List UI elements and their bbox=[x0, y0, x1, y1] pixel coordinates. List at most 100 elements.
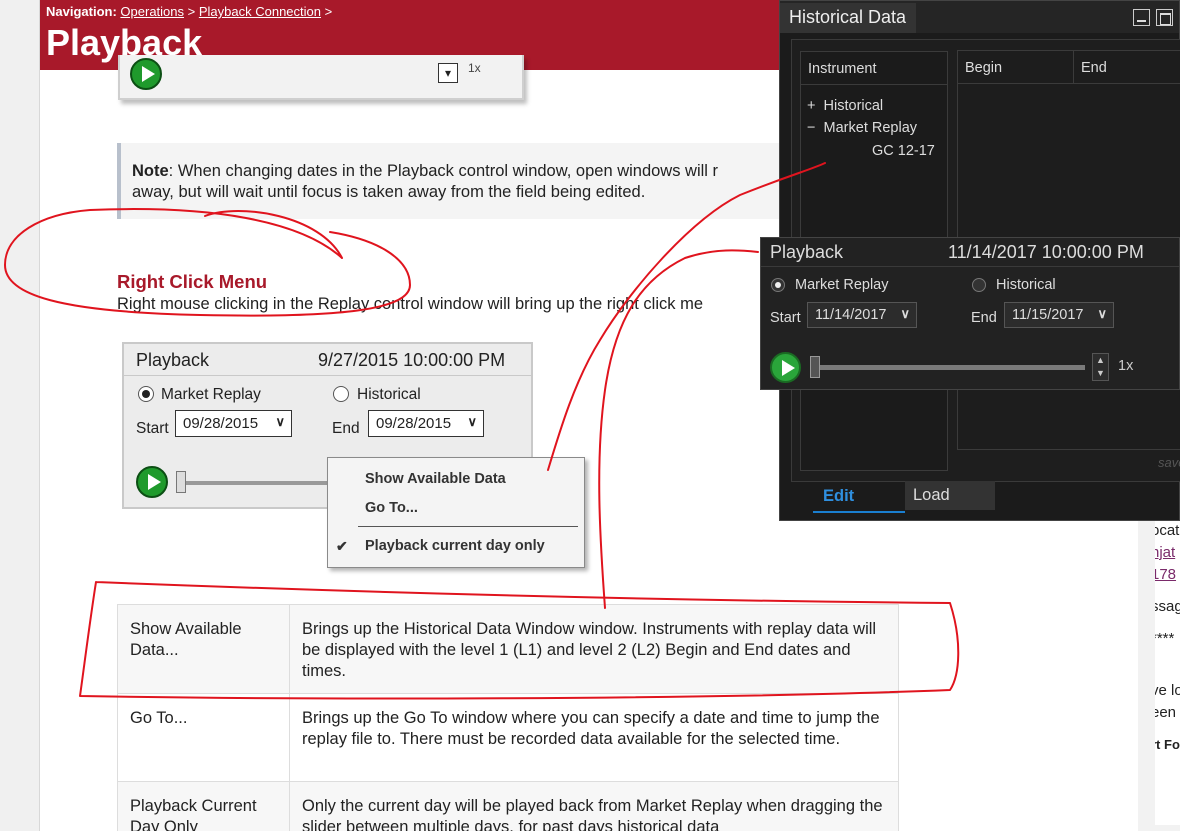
column-header-begin[interactable]: Begin bbox=[958, 51, 1074, 84]
context-menu: Show Available Data Go To... ✔ Playback … bbox=[327, 457, 585, 568]
start-date-dropdown[interactable]: 09/28/2015 ∨ bbox=[175, 410, 292, 437]
chevron-down-icon: ∨ bbox=[467, 414, 477, 429]
tree-label-historical: Historical bbox=[823, 98, 884, 114]
historical-label: Historical bbox=[996, 277, 1056, 293]
right-line: ve lo bbox=[1155, 682, 1180, 699]
left-gutter bbox=[0, 0, 40, 831]
start-date-dropdown[interactable]: 11/14/2017 ∨ bbox=[807, 302, 917, 328]
note-label: Note bbox=[132, 162, 169, 180]
right-line: **** bbox=[1155, 630, 1175, 647]
playback-slider-thumb[interactable] bbox=[810, 356, 820, 378]
breadcrumb-operations[interactable]: Operations bbox=[120, 4, 184, 19]
table-key: Show Available Data... bbox=[117, 604, 290, 694]
start-date-value: 11/14/2017 bbox=[815, 307, 887, 323]
table-row: Playback Current Day Only Only the curre… bbox=[117, 781, 899, 831]
playback-title: Playback bbox=[770, 242, 844, 262]
tree-item-gc-12-17[interactable]: GC 12-17 bbox=[872, 143, 935, 159]
right-link[interactable]: njat bbox=[1155, 542, 1180, 564]
playback-screenshot-top: ▾ 1x bbox=[118, 55, 524, 100]
market-replay-radio[interactable] bbox=[771, 278, 785, 292]
table-value: Brings up the Historical Data Window win… bbox=[289, 604, 899, 694]
menu-divider bbox=[358, 526, 578, 527]
breadcrumb-separator: > bbox=[187, 4, 196, 19]
breadcrumb-playback-connection[interactable]: Playback Connection bbox=[199, 4, 321, 19]
table-value: Only the current day will be played back… bbox=[289, 781, 899, 831]
spin-down-icon[interactable]: ▼ bbox=[1096, 368, 1105, 378]
chevron-down-icon: ∨ bbox=[1097, 306, 1107, 321]
end-date-dropdown[interactable]: 09/28/2015 ∨ bbox=[368, 410, 484, 437]
right-link[interactable]: 178 bbox=[1155, 564, 1180, 586]
tab-edit[interactable]: Edit bbox=[813, 481, 905, 513]
menu-options-table: Show Available Data... Brings up the His… bbox=[117, 604, 899, 831]
minimize-icon[interactable] bbox=[1133, 9, 1150, 26]
tab-load[interactable]: Load bbox=[905, 481, 995, 510]
tree-label-market-replay: Market Replay bbox=[823, 120, 918, 136]
table-row: Go To... Brings up the Go To window wher… bbox=[117, 693, 899, 782]
note-box: Note: When changing dates in the Playbac… bbox=[117, 143, 797, 219]
menu-item-go-to[interactable]: Go To... bbox=[365, 500, 418, 516]
play-button[interactable] bbox=[770, 352, 801, 383]
tree-item-market-replay[interactable]: − Market Replay bbox=[807, 120, 917, 136]
playback-slider-track[interactable] bbox=[815, 365, 1085, 370]
speed-spinner[interactable]: ▲ ▼ bbox=[1092, 353, 1109, 381]
end-date-value: 09/28/2015 bbox=[376, 415, 452, 432]
end-label: End bbox=[332, 420, 360, 437]
playback-time: 9/27/2015 10:00:00 PM bbox=[318, 350, 506, 370]
breadcrumb-separator: > bbox=[324, 4, 333, 19]
end-label: End bbox=[971, 310, 997, 326]
menu-item-playback-current-day[interactable]: Playback current day only bbox=[365, 538, 545, 554]
chevron-down-icon: ▾ bbox=[438, 63, 458, 83]
speed-label: 1x bbox=[1118, 358, 1134, 374]
spin-up-icon[interactable]: ▲ bbox=[1096, 355, 1105, 365]
instrument-header: Instrument bbox=[801, 52, 947, 85]
play-icon bbox=[130, 58, 162, 90]
play-icon bbox=[148, 474, 161, 490]
table-value: Brings up the Go To window where you can… bbox=[289, 693, 899, 782]
tree-item-historical[interactable]: + Historical bbox=[807, 98, 883, 114]
market-replay-label: Market Replay bbox=[795, 277, 889, 293]
divider bbox=[124, 375, 531, 376]
end-date-dropdown[interactable]: 11/15/2017 ∨ bbox=[1004, 302, 1114, 328]
play-button[interactable] bbox=[136, 466, 168, 498]
historical-label: Historical bbox=[357, 386, 421, 403]
table-key: Go To... bbox=[117, 693, 290, 782]
section-text: Right mouse clicking in the Replay contr… bbox=[117, 295, 704, 313]
window-title: Historical Data bbox=[780, 3, 916, 33]
table-key: Playback Current Day Only bbox=[117, 781, 290, 831]
maximize-icon[interactable] bbox=[1156, 9, 1173, 26]
playback-slider-thumb[interactable] bbox=[176, 471, 186, 493]
save-hint: save bbox=[1158, 455, 1180, 470]
section-title: Right Click Menu bbox=[117, 271, 268, 292]
column-header-end[interactable]: End bbox=[1074, 51, 1180, 84]
chevron-down-icon: ∨ bbox=[900, 306, 910, 321]
play-icon bbox=[782, 360, 795, 376]
historical-radio[interactable] bbox=[972, 278, 986, 292]
menu-item-show-available-data[interactable]: Show Available Data bbox=[365, 471, 506, 487]
playback-time: 11/14/2017 10:00:00 PM bbox=[948, 242, 1144, 262]
breadcrumb: Navigation: Operations > Playback Connec… bbox=[46, 4, 332, 19]
right-line: rt Fo bbox=[1155, 737, 1180, 752]
playback-slider-track[interactable] bbox=[180, 481, 330, 485]
market-replay-radio[interactable] bbox=[138, 386, 154, 402]
historical-radio[interactable] bbox=[333, 386, 349, 402]
breadcrumb-label: Navigation: bbox=[46, 4, 117, 19]
chevron-down-icon: ∨ bbox=[275, 414, 285, 429]
end-date-value: 11/15/2017 bbox=[1012, 307, 1084, 323]
collapse-minus-icon[interactable]: − bbox=[807, 120, 815, 136]
checkmark-icon: ✔ bbox=[336, 538, 348, 554]
table-row: Show Available Data... Brings up the His… bbox=[117, 604, 899, 694]
playback-title: Playback bbox=[136, 350, 210, 370]
right-partial-panel: ocat njat 178 ssag **** ve lo een rt Fo bbox=[1155, 520, 1180, 825]
right-line: een bbox=[1155, 704, 1177, 721]
right-line: ocat bbox=[1155, 522, 1180, 539]
expand-plus-icon[interactable]: + bbox=[807, 98, 815, 114]
right-line: ssag bbox=[1155, 598, 1180, 615]
start-label: Start bbox=[136, 420, 169, 437]
start-date-value: 09/28/2015 bbox=[183, 415, 259, 432]
start-label: Start bbox=[770, 310, 801, 326]
divider bbox=[761, 266, 1179, 267]
note-text: : When changing dates in the Playback co… bbox=[168, 162, 719, 180]
playback-window-dark: Playback 11/14/2017 10:00:00 PM Market R… bbox=[760, 237, 1180, 390]
window-titlebar[interactable]: Historical Data bbox=[780, 1, 1179, 33]
speed-label: 1x bbox=[468, 61, 481, 75]
